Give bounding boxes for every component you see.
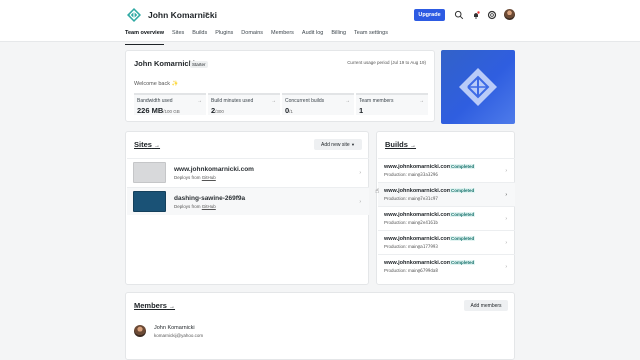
build-row[interactable]: www.johnkomarnicki.com Completed Product… (378, 230, 515, 254)
nav-domains[interactable]: Domains (241, 28, 263, 42)
build-site: www.johnkomarnicki.com (384, 212, 452, 218)
stat-bandwidth[interactable]: Bandwidth used 226 MB/100 GB → (134, 93, 206, 115)
stat-label: Team members (359, 98, 394, 104)
netlify-logo-icon (459, 68, 497, 106)
build-row[interactable]: www.johnkomarnicki.com Completed Product… (378, 182, 515, 206)
arrow-right-icon: → (410, 143, 417, 149)
chevron-right-icon: › (505, 168, 507, 174)
search-icon[interactable] (454, 10, 464, 20)
mouse-cursor-icon: ☝ (375, 188, 380, 195)
arrow-right-icon: → (169, 304, 176, 310)
site-deploy-info: Deploys from GitHub (174, 203, 216, 209)
top-bar: John Komarnicki ▼ Upgrade Team overview … (0, 0, 640, 45)
stat-value: 2/300 (211, 106, 224, 115)
chevron-down-icon: ▼ (351, 142, 355, 147)
site-row[interactable]: dashing-sawine-269f9a Deploys from GitHu… (127, 187, 369, 215)
add-new-site-button[interactable]: Add new site ▼ (314, 139, 362, 150)
stat-label: Bandwidth used (137, 98, 173, 104)
user-avatar[interactable] (504, 9, 515, 20)
chevron-down-icon[interactable]: ▼ (204, 12, 210, 18)
netlify-logo-icon[interactable] (126, 7, 142, 23)
stat-label: Concurrent builds (285, 98, 325, 104)
usage-period: Current usage period (Jul 19 to Aug 19) (347, 60, 426, 65)
build-status-badge: Completed (450, 164, 476, 169)
add-members-button[interactable]: Add members (464, 300, 508, 311)
build-branch: Production: main@a177993 (384, 244, 438, 249)
netlify-hero-illustration (441, 50, 515, 124)
nav-builds[interactable]: Builds (192, 28, 207, 42)
bell-icon[interactable] (471, 10, 481, 20)
stat-value: 0/1 (285, 106, 293, 115)
nav-members[interactable]: Members (271, 28, 294, 42)
arrow-right-icon: → (345, 98, 350, 104)
site-thumbnail (133, 162, 166, 183)
build-branch: Production: main@33a3296 (384, 172, 438, 177)
nav-team-settings[interactable]: Team settings (354, 28, 388, 42)
member-email: komarnickij@yahoo.com (154, 333, 204, 338)
nav-audit-log[interactable]: Audit log (302, 28, 323, 42)
build-branch: Production: main@7e31c97 (384, 196, 438, 201)
github-link[interactable]: GitHub (202, 204, 216, 209)
chevron-right-icon: › (505, 192, 507, 198)
chevron-right-icon: › (359, 169, 361, 176)
stat-concurrent-builds[interactable]: Concurrent builds 0/1 → (282, 93, 354, 115)
team-nav: Team overview Sites Builds Plugins Domai… (125, 28, 396, 45)
arrow-right-icon: → (419, 98, 424, 104)
build-row[interactable]: www.johnkomarnicki.com Completed Product… (378, 206, 515, 230)
build-status-badge: Completed (450, 260, 476, 265)
site-name[interactable]: dashing-sawine-269f9a (174, 195, 245, 202)
stat-value: 1 (359, 106, 364, 115)
team-title: John Komarnicki (134, 59, 195, 68)
usage-stats: Bandwidth used 226 MB/100 GB → Build min… (134, 93, 428, 115)
build-site: www.johnkomarnicki.com (384, 188, 452, 194)
chevron-right-icon: › (505, 264, 507, 270)
build-status-badge: Completed (450, 236, 476, 241)
team-overview-card: John Komarnicki Starter Current usage pe… (125, 50, 435, 122)
builds-heading-link[interactable]: Builds → (385, 140, 416, 149)
stat-build-minutes[interactable]: Build minutes used 2/300 → (208, 93, 280, 115)
arrow-right-icon: → (154, 143, 161, 149)
nav-sites[interactable]: Sites (172, 28, 184, 42)
nav-plugins[interactable]: Plugins (215, 28, 233, 42)
build-row[interactable]: www.johnkomarnicki.com Completed Product… (378, 158, 515, 182)
arrow-right-icon: → (197, 98, 202, 104)
arrow-right-icon: → (271, 98, 276, 104)
member-avatar (134, 325, 146, 337)
stat-value: 226 MB/100 GB (137, 106, 180, 115)
build-site: www.johnkomarnicki.com (384, 164, 452, 170)
nav-billing[interactable]: Billing (331, 28, 346, 42)
chevron-right-icon: › (359, 198, 361, 205)
chevron-right-icon: › (505, 240, 507, 246)
build-status-badge: Completed (450, 212, 476, 217)
help-icon[interactable] (487, 10, 497, 20)
welcome-text: Welcome back ✨ (134, 81, 179, 87)
site-row[interactable]: www.johnkomarnicki.com Deploys from GitH… (127, 158, 369, 186)
plan-badge: Starter (190, 61, 208, 68)
member-name: John Komarnicki (154, 325, 195, 331)
stat-team-members[interactable]: Team members 1 → (356, 93, 428, 115)
members-card: Members → Add members John Komarnicki ko… (125, 292, 515, 360)
build-site: www.johnkomarnicki.com (384, 260, 452, 266)
upgrade-button[interactable]: Upgrade (414, 9, 445, 21)
build-row[interactable]: www.johnkomarnicki.com Completed Product… (378, 254, 515, 278)
chevron-right-icon: › (505, 216, 507, 222)
site-name[interactable]: www.johnkomarnicki.com (174, 166, 254, 173)
builds-card: Builds → www.johnkomarnicki.com Complete… (376, 131, 515, 285)
build-site: www.johnkomarnicki.com (384, 236, 452, 242)
nav-team-overview[interactable]: Team overview (125, 28, 165, 45)
build-branch: Production: main@6799da8 (384, 268, 438, 273)
site-deploy-info: Deploys from GitHub (174, 174, 216, 180)
sites-heading-link[interactable]: Sites → (134, 140, 160, 149)
stat-label: Build minutes used (211, 98, 254, 104)
site-thumbnail (133, 191, 166, 212)
github-link[interactable]: GitHub (202, 175, 216, 180)
build-branch: Production: main@2e4161b (384, 220, 438, 225)
build-status-badge: Completed (450, 188, 476, 193)
sites-card: Sites → Add new site ▼ www.johnkomarnick… (125, 131, 369, 285)
members-heading-link[interactable]: Members → (134, 301, 175, 310)
